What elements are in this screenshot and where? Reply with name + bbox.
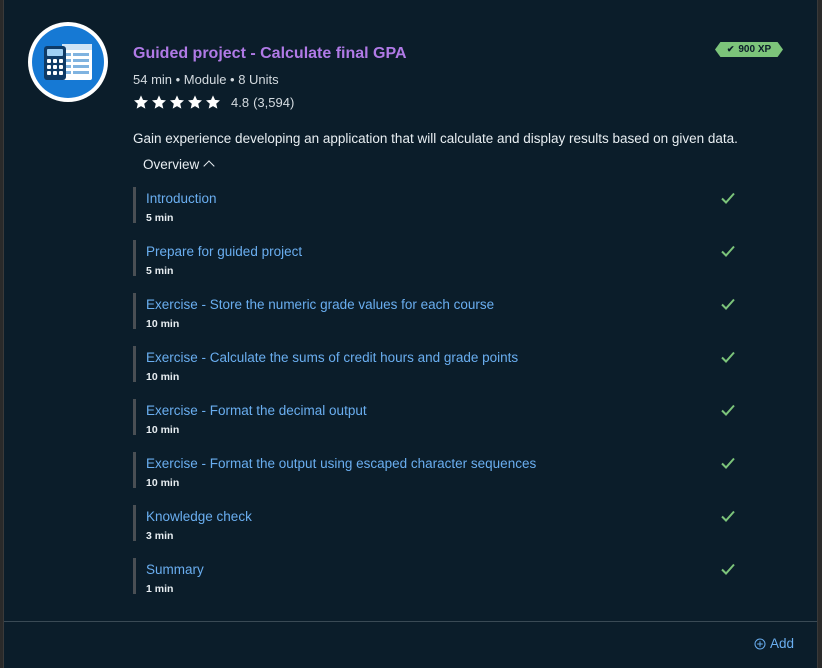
check-icon xyxy=(721,404,735,416)
star-icon xyxy=(170,95,184,109)
module-title[interactable]: Guided project - Calculate final GPA xyxy=(133,45,407,63)
star-rating xyxy=(133,94,223,110)
chevron-up-icon xyxy=(203,160,215,172)
check-icon xyxy=(721,457,735,469)
xp-badge: ✔ 900 XP xyxy=(715,42,783,57)
unit-duration: 10 min xyxy=(146,477,180,489)
check-icon: ✔ xyxy=(726,44,735,54)
unit-item: Exercise - Calculate the sums of credit … xyxy=(133,346,753,399)
unit-indicator xyxy=(133,240,136,276)
unit-duration: 10 min xyxy=(146,318,180,330)
rating-count: (3,594) xyxy=(253,94,295,110)
unit-duration: 10 min xyxy=(146,371,180,383)
module-description: Gain experience developing an applicatio… xyxy=(133,131,738,146)
unit-indicator xyxy=(133,399,136,435)
unit-link[interactable]: Exercise - Format the output using escap… xyxy=(146,456,536,471)
plus-circle-icon xyxy=(754,638,766,649)
unit-item: Summary 1 min xyxy=(133,558,753,611)
rating: 4.8 (3,594) xyxy=(133,94,294,110)
check-icon xyxy=(721,192,735,204)
module-meta: 54 min • Module • 8 Units xyxy=(133,72,279,87)
unit-link[interactable]: Introduction xyxy=(146,191,217,206)
add-label: Add xyxy=(770,636,795,651)
unit-item: Exercise - Format the output using escap… xyxy=(133,452,753,505)
unit-duration: 10 min xyxy=(146,424,180,436)
rating-value: 4.8 xyxy=(231,94,250,110)
footer-divider xyxy=(4,621,817,622)
unit-item: Exercise - Store the numeric grade value… xyxy=(133,293,753,346)
unit-indicator xyxy=(133,346,136,382)
unit-duration: 3 min xyxy=(146,530,174,542)
unit-list: Introduction 5 min Prepare for guided pr… xyxy=(133,187,753,611)
check-icon xyxy=(721,351,735,363)
module-card: Guided project - Calculate final GPA 54 … xyxy=(3,0,818,668)
unit-link[interactable]: Exercise - Calculate the sums of credit … xyxy=(146,350,518,365)
unit-indicator xyxy=(133,293,136,329)
xp-label: 900 XP xyxy=(738,44,772,55)
unit-duration: 5 min xyxy=(146,265,174,277)
unit-item: Exercise - Format the decimal output 10 … xyxy=(133,399,753,452)
star-icon xyxy=(134,95,148,109)
unit-link[interactable]: Exercise - Format the decimal output xyxy=(146,403,367,418)
unit-link[interactable]: Knowledge check xyxy=(146,509,252,524)
overview-label: Overview xyxy=(143,157,200,172)
star-icon xyxy=(206,95,220,109)
unit-duration: 1 min xyxy=(146,583,174,595)
unit-indicator xyxy=(133,187,136,223)
unit-indicator xyxy=(133,505,136,541)
check-icon xyxy=(721,298,735,310)
unit-link[interactable]: Summary xyxy=(146,562,204,577)
overview-toggle[interactable]: Overview xyxy=(143,157,215,172)
star-icon xyxy=(188,95,202,109)
star-icon xyxy=(152,95,166,109)
unit-item: Introduction 5 min xyxy=(133,187,753,240)
unit-item: Knowledge check 3 min xyxy=(133,505,753,558)
unit-duration: 5 min xyxy=(146,212,174,224)
unit-link[interactable]: Prepare for guided project xyxy=(146,244,302,259)
unit-indicator xyxy=(133,558,136,594)
unit-item: Prepare for guided project 5 min xyxy=(133,240,753,293)
unit-link[interactable]: Exercise - Store the numeric grade value… xyxy=(146,297,494,312)
unit-indicator xyxy=(133,452,136,488)
check-icon xyxy=(721,245,735,257)
add-button[interactable]: Add xyxy=(754,636,794,651)
calculator-spreadsheet-icon xyxy=(28,22,108,102)
check-icon xyxy=(721,510,735,522)
check-icon xyxy=(721,563,735,575)
